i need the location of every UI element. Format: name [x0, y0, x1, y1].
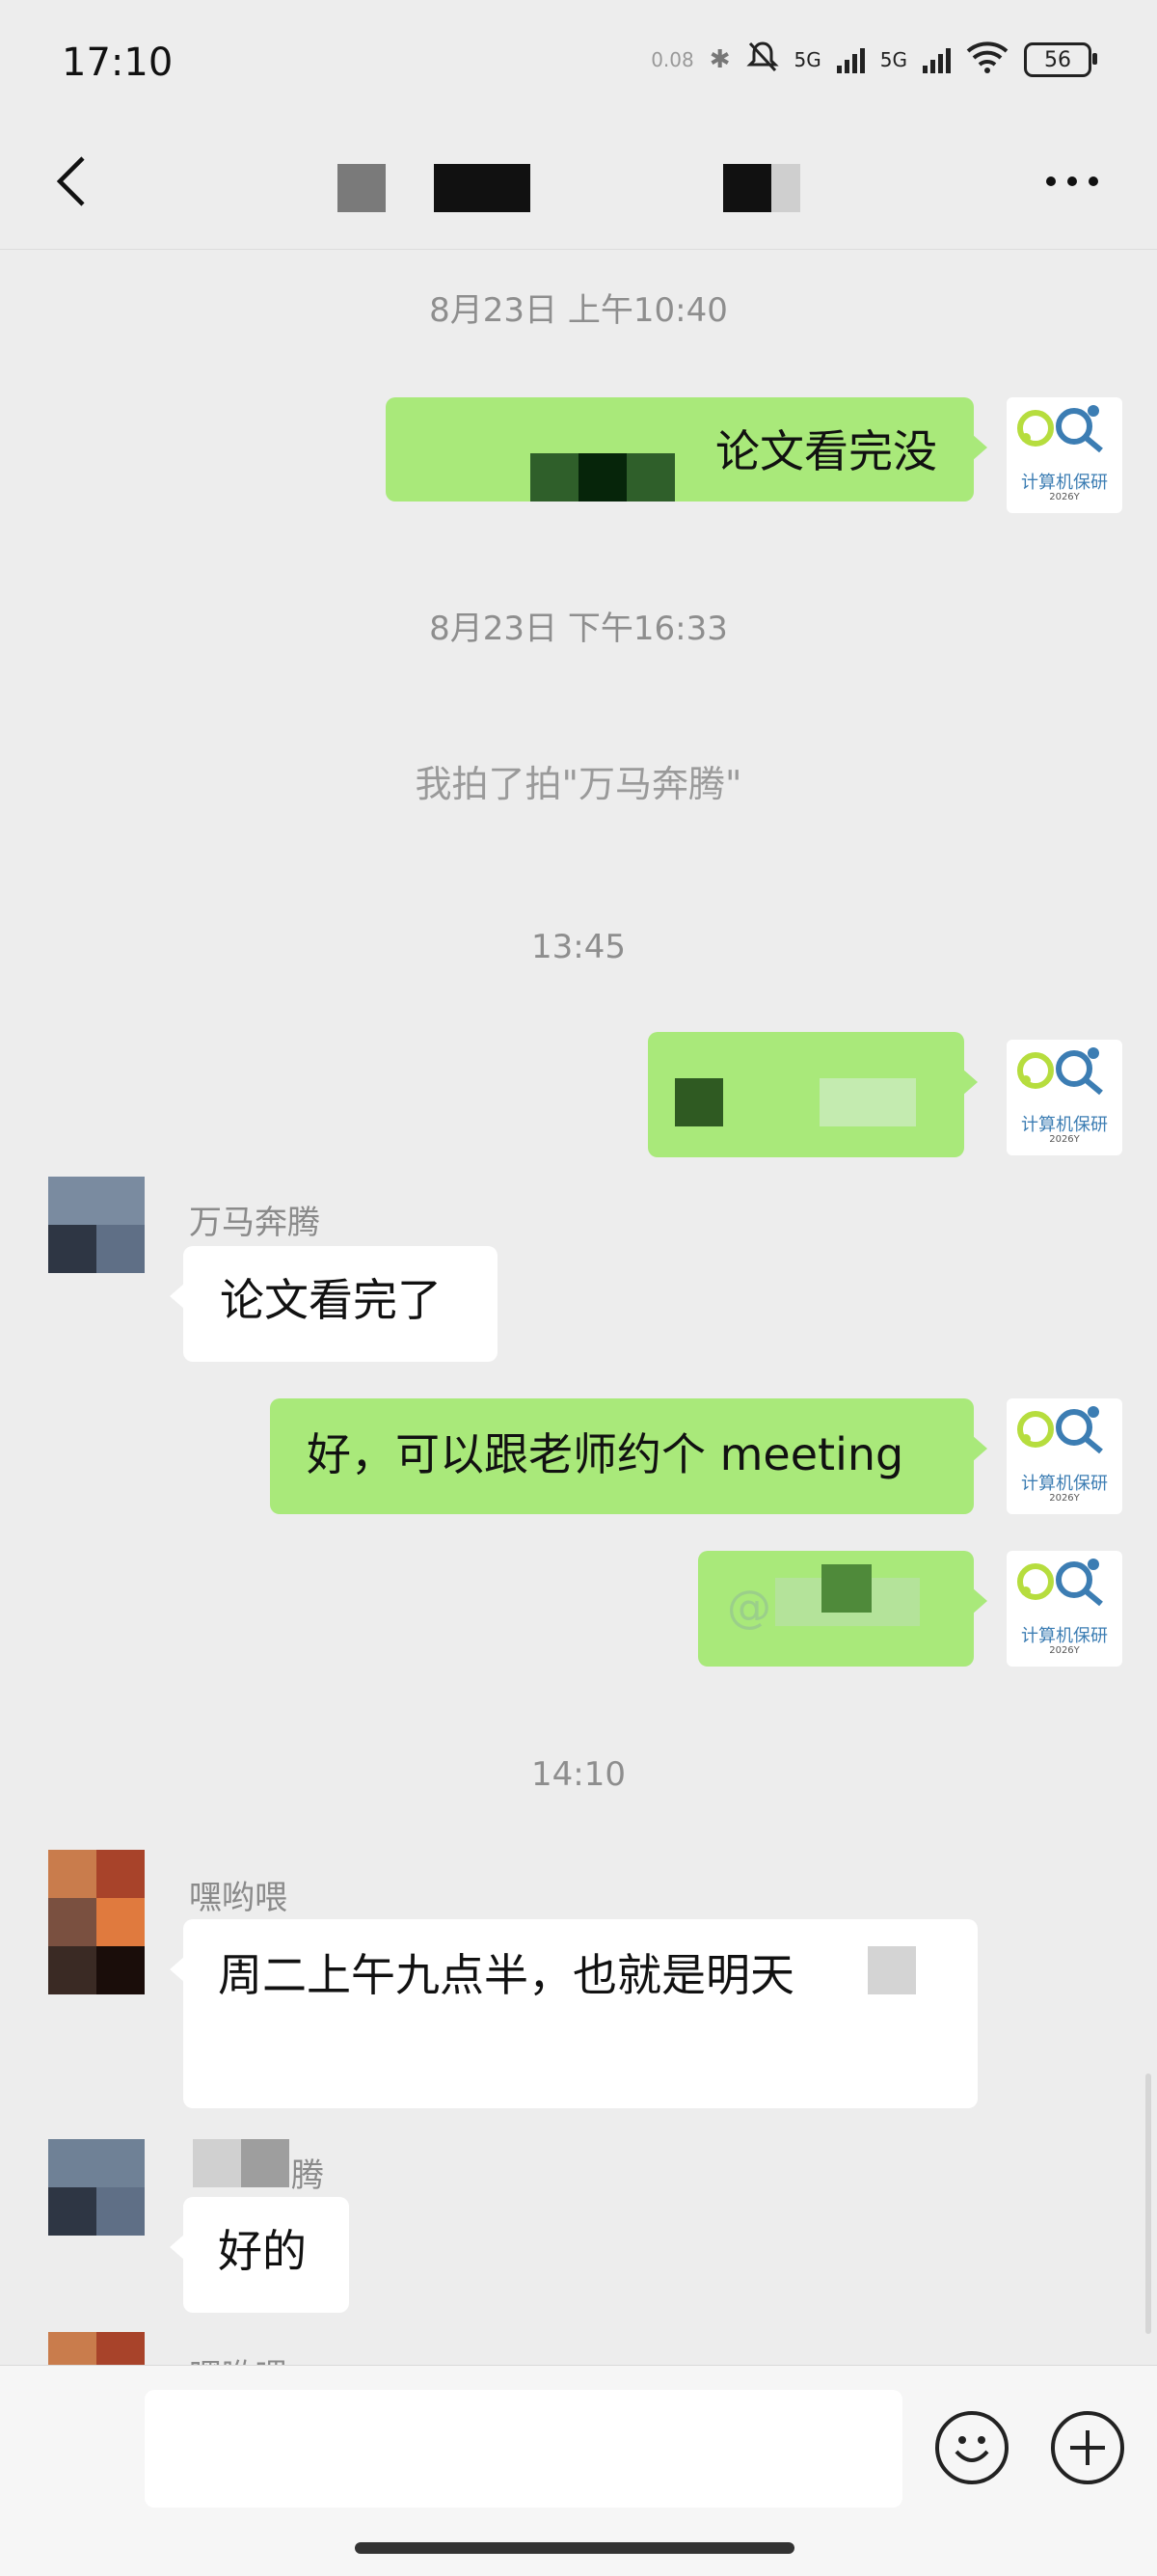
avatar-sub: 2026Y [1049, 1134, 1080, 1145]
avatar-self[interactable]: 计算机保研 2026Y [1007, 1040, 1122, 1155]
sender-name: 嘿哟喂 [189, 1879, 287, 1917]
logo-icon [1017, 1047, 1103, 1096]
home-indicator[interactable] [355, 2542, 794, 2554]
message-text: 好的 [218, 2225, 307, 2277]
message-text: 论文看完没 [715, 425, 937, 477]
message-text: 好，可以跟老师约个 meeting [307, 1428, 904, 1480]
avatar-label: 计算机保研 [1021, 1626, 1108, 1646]
avatar-label: 计算机保研 [1021, 473, 1108, 493]
message-bubble-other[interactable]: 周二上午九点半，也就是明天 [170, 1919, 978, 2108]
system-message: 我拍了拍"万马奔腾" [415, 763, 742, 805]
redacted-block [578, 453, 627, 502]
message-bubble-self[interactable] [648, 1032, 978, 1157]
avatar-label: 计算机保研 [1021, 1115, 1108, 1135]
avatar-label: 计算机保研 [1021, 1474, 1108, 1494]
message-bubble-self[interactable]: 论文看完没 [386, 397, 987, 502]
logo-icon [1017, 405, 1103, 453]
avatar-self[interactable]: 计算机保研 2026Y [1007, 1398, 1122, 1514]
logo-icon [1017, 1406, 1103, 1454]
redacted-block [821, 1564, 872, 1613]
avatar-other[interactable] [48, 2139, 145, 2236]
avatar-self[interactable]: 计算机保研 2026Y [1007, 397, 1122, 513]
avatar-other[interactable] [48, 1177, 145, 1273]
smile-icon[interactable] [935, 2411, 1009, 2484]
ellipsis-icon[interactable] [1043, 172, 1101, 191]
signal-icon-1 [836, 46, 865, 73]
avatar-self[interactable]: 计算机保研 2026Y [1007, 1551, 1122, 1667]
net-speed: 0.08 [651, 48, 694, 71]
mute-bell-icon [745, 40, 779, 81]
wifi-icon [966, 40, 1009, 81]
timestamp: 8月23日 上午10:40 [429, 291, 728, 330]
bluetooth-icon: ✱ [709, 45, 731, 74]
message-text: 周二上午九点半，也就是明天 [218, 1949, 794, 2001]
scrollbar[interactable] [1145, 2074, 1151, 2334]
redacted-block [241, 2139, 289, 2187]
chat-title-redacted [337, 164, 820, 212]
battery-icon: 56 [1024, 42, 1097, 77]
redacted-block [820, 1078, 916, 1126]
timestamp: 14:10 [531, 1755, 626, 1794]
status-time: 17:10 [62, 41, 174, 85]
sender-name: 嘿哟喂 [189, 2349, 287, 2365]
avatar-sub: 2026Y [1049, 1493, 1080, 1504]
logo-icon [1017, 1559, 1103, 1607]
net-label-1: 5G [794, 48, 821, 71]
sender-name: 腾 [291, 2156, 324, 2195]
chevron-left-icon[interactable] [50, 152, 96, 210]
message-text: 论文看完了 [220, 1274, 442, 1326]
message-bubble-self[interactable]: @ [698, 1551, 987, 1667]
message-bubble-other[interactable]: 好的 [170, 2197, 349, 2313]
avatar-other[interactable] [48, 2332, 145, 2365]
redacted-block [868, 1946, 916, 1994]
message-bubble-other[interactable]: 论文看完了 [170, 1246, 498, 1362]
message-input[interactable] [145, 2390, 902, 2508]
timestamp: 8月23日 下午16:33 [429, 610, 728, 648]
timestamp: 13:45 [531, 928, 626, 966]
message-bubble-self[interactable]: 好，可以跟老师约个 meeting [270, 1398, 987, 1514]
signal-icon-2 [923, 46, 951, 73]
status-icons: 0.08 ✱ 5G 5G 56 [651, 39, 1097, 81]
net-label-2: 5G [879, 48, 907, 71]
avatar-other[interactable] [48, 1850, 145, 1994]
message-text: @ [727, 1581, 771, 1633]
redacted-block [675, 1078, 723, 1126]
avatar-sub: 2026Y [1049, 1645, 1080, 1656]
avatar-sub: 2026Y [1049, 492, 1080, 502]
sender-name: 万马奔腾 [189, 1204, 320, 1242]
plus-circle-icon[interactable] [1051, 2411, 1124, 2484]
